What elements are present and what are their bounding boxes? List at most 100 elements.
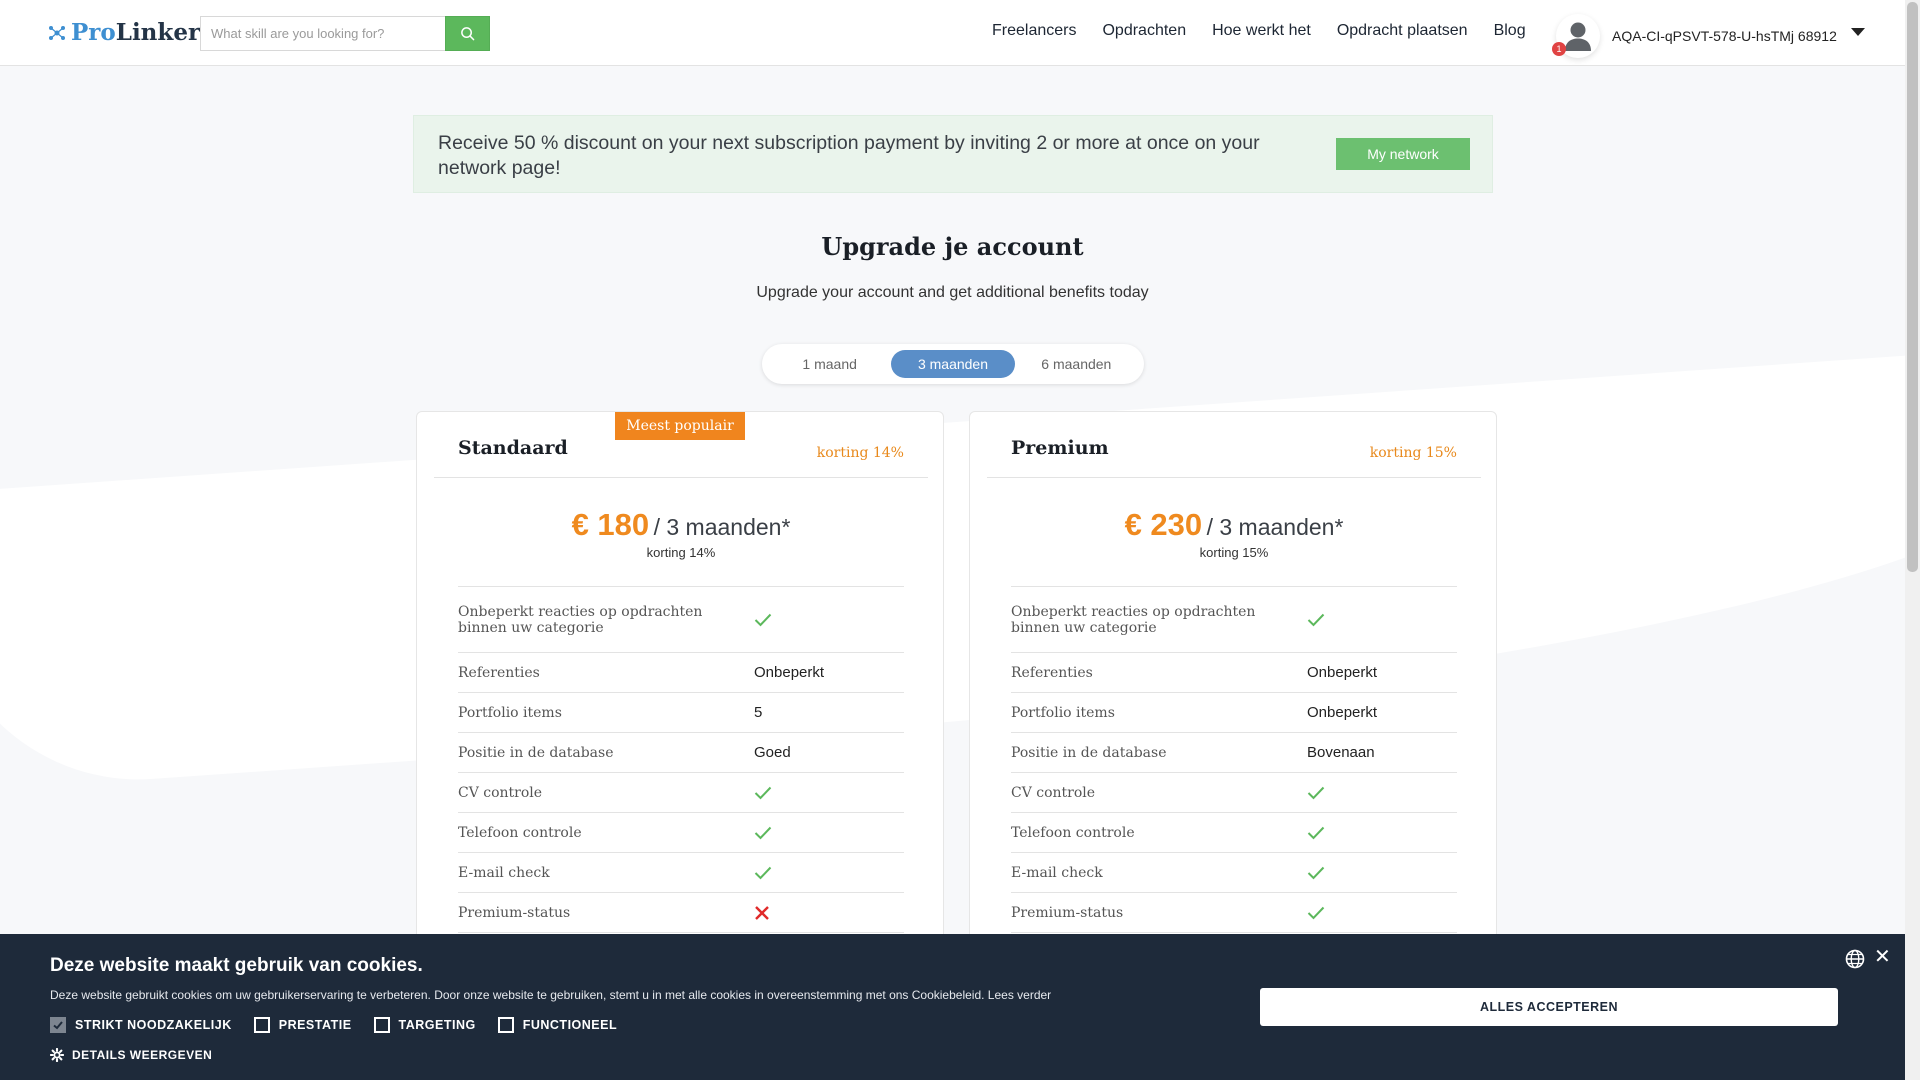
feature-row: Onbeperkt reacties op opdrachten binnen … (458, 587, 904, 653)
plan-name: Premium (1011, 437, 1109, 459)
feature-value: Onbeperkt (1307, 704, 1378, 721)
site-header: ProLinker Freelancers Opdrachten Hoe wer… (0, 0, 1905, 66)
page-title: Upgrade je account (821, 232, 1084, 261)
feature-value (754, 866, 772, 880)
page-subtitle: Upgrade your account and get additional … (756, 284, 1149, 301)
feature-value (1307, 866, 1325, 880)
gear-icon (50, 1048, 64, 1062)
feature-name: Telefoon controle (458, 824, 582, 841)
feature-row: CV controle (458, 773, 904, 813)
logo-text-pro: Pro (71, 19, 116, 46)
plan-card-premium: Premium korting 15% € 230 / 3 maanden* k… (969, 411, 1497, 971)
feature-row: Positie in de database Goed (458, 733, 904, 773)
checkbox[interactable] (497, 1017, 514, 1033)
cookie-option-targeting[interactable]: TARGETING (373, 1017, 476, 1033)
nav-opdracht-plaatsen[interactable]: Opdracht plaatsen (1337, 22, 1468, 40)
cookie-details-label: DETAILS WEERGEVEN (72, 1048, 213, 1062)
feature-value (1307, 906, 1325, 920)
checkbox[interactable] (253, 1017, 270, 1033)
feature-name: E-mail check (458, 864, 550, 881)
feature-list: Onbeperkt reacties op opdrachten binnen … (1011, 586, 1457, 933)
notification-badge: 1 (1552, 42, 1566, 56)
nav-hoe-werkt-het[interactable]: Hoe werkt het (1212, 22, 1311, 40)
check-icon (1307, 826, 1325, 839)
check-icon (1307, 786, 1325, 799)
feature-value: Bovenaan (1307, 744, 1375, 761)
feature-value: Goed (754, 744, 791, 761)
feature-row: Onbeperkt reacties op opdrachten binnen … (1011, 587, 1457, 653)
plan-card-header: Premium korting 15% (987, 412, 1481, 478)
feature-row: Telefoon controle (458, 813, 904, 853)
feature-name: Premium-status (458, 904, 571, 921)
feature-row: Positie in de database Bovenaan (1011, 733, 1457, 773)
page-scrollbar[interactable] (1905, 0, 1920, 1080)
search-input[interactable] (200, 16, 445, 51)
plan-period: / 3 maanden* (653, 514, 791, 540)
plan-price-line: € 180 / 3 maanden* (417, 507, 945, 543)
cookie-text: Deze website gebruikt cookies om uw gebr… (50, 988, 1052, 1002)
feature-value: Onbeperkt (1307, 664, 1378, 681)
feature-value (754, 613, 772, 627)
cookie-option-label: TARGETING (398, 1018, 476, 1032)
feature-row: Premium-status (1011, 893, 1457, 933)
search-bar (200, 16, 490, 51)
check-icon (53, 1021, 63, 1030)
cookie-option-label: FUNCTIONEEL (522, 1018, 618, 1032)
feature-name: Onbeperkt reacties op opdrachten binnen … (1011, 603, 1256, 636)
cookie-option-strict[interactable]: STRIKT NOODZAKELIJK (50, 1017, 232, 1033)
user-menu[interactable]: 1 AQA-CI-qPSVT-578-U-hsTMj 68912 (1552, 14, 1865, 58)
my-network-button[interactable]: My network (1336, 138, 1470, 170)
feature-row: Telefoon controle (1011, 813, 1457, 853)
cookie-option-label: STRIKT NOODZAKELIJK (75, 1018, 232, 1032)
cross-icon (755, 905, 769, 920)
feature-row: Premium-status (458, 893, 904, 933)
globe-icon[interactable] (1845, 949, 1865, 969)
check-icon (1307, 866, 1325, 879)
feature-row: E-mail check (1011, 853, 1457, 893)
period-option-3-maanden[interactable]: 3 maanden (891, 350, 1015, 378)
feature-value (754, 826, 772, 840)
feature-name: CV controle (458, 784, 543, 801)
feature-name: E-mail check (1011, 864, 1103, 881)
check-icon (1307, 906, 1325, 919)
checkbox[interactable] (50, 1017, 66, 1033)
plan-discount-label: korting 14% (816, 445, 904, 461)
plan-price-discount: korting 15% (1199, 545, 1269, 560)
plan-price: € 230 (1124, 507, 1203, 542)
nav-blog[interactable]: Blog (1494, 22, 1526, 40)
plan-name: Standaard (458, 437, 568, 459)
feature-name: Telefoon controle (1011, 824, 1135, 841)
feature-name: Positie in de database (458, 744, 614, 761)
feature-name: Referenties (1011, 664, 1093, 681)
plan-period: / 3 maanden* (1206, 514, 1344, 540)
cookie-option-label: PRESTATIE (278, 1018, 352, 1032)
feature-name: CV controle (1011, 784, 1096, 801)
accept-all-cookies-button[interactable]: ALLES ACCEPTEREN (1260, 988, 1838, 1026)
cookie-details-toggle[interactable]: DETAILS WEERGEVEN (50, 1048, 212, 1062)
scrollbar-thumb[interactable] (1907, 2, 1918, 572)
logo-text-linker: Linker (115, 19, 201, 46)
feature-name: Portfolio items (458, 704, 562, 721)
search-icon (461, 27, 475, 41)
feature-value (754, 905, 770, 921)
avatar[interactable]: 1 (1552, 14, 1600, 58)
nav-opdrachten[interactable]: Opdrachten (1102, 22, 1186, 40)
prolinker-logo[interactable]: Pro Linker (47, 19, 200, 46)
cookie-banner: Deze website maakt gebruik van cookies. … (0, 934, 1905, 1080)
feature-name: Positie in de database (1011, 744, 1167, 761)
cookie-option-functioneel[interactable]: FUNCTIONEEL (497, 1017, 618, 1033)
period-option-1-maand[interactable]: 1 maand (768, 350, 891, 378)
period-option-6-maanden[interactable]: 6 maanden (1015, 350, 1138, 378)
nav-freelancers[interactable]: Freelancers (992, 22, 1076, 40)
most-popular-badge: Meest populair (615, 412, 745, 440)
checkbox[interactable] (373, 1017, 390, 1033)
chevron-down-icon[interactable] (1850, 28, 1865, 36)
feature-value (1307, 786, 1325, 800)
search-button[interactable] (445, 16, 490, 51)
close-icon[interactable]: ✕ (1874, 944, 1891, 969)
plan-price-line: € 230 / 3 maanden* (970, 507, 1498, 543)
main-nav: Freelancers Opdrachten Hoe werkt het Opd… (992, 22, 1526, 40)
username[interactable]: AQA-CI-qPSVT-578-U-hsTMj 68912 (1612, 28, 1837, 44)
cookie-option-prestatie[interactable]: PRESTATIE (253, 1017, 352, 1033)
plan-discount-label: korting 15% (1369, 445, 1457, 461)
